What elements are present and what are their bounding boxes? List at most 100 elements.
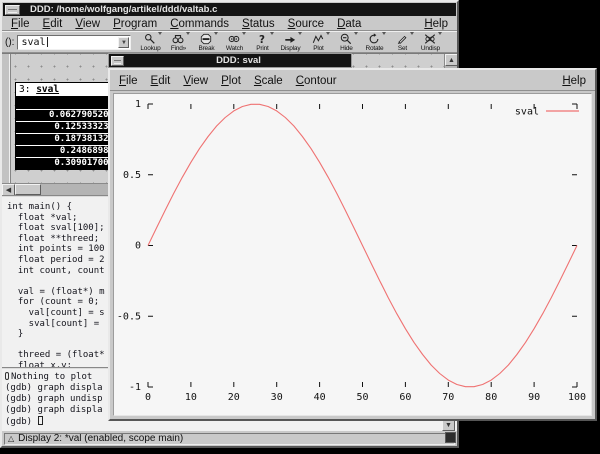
break-button[interactable]: Break bbox=[192, 31, 220, 53]
display-values-table: 00.06279052050.1253332350.1873813270.248… bbox=[15, 97, 117, 170]
svg-text:70: 70 bbox=[442, 392, 454, 403]
undisplay-button[interactable]: Undisp bbox=[416, 31, 444, 53]
svg-text:60: 60 bbox=[399, 392, 411, 403]
plot-window-menu-button[interactable] bbox=[111, 56, 124, 66]
svg-text:80: 80 bbox=[485, 392, 497, 403]
main-toolbar: (): sval ▼ Lookup Find» bbox=[2, 31, 457, 53]
plot-menu-view[interactable]: View bbox=[183, 75, 208, 87]
menu-program[interactable]: Program bbox=[113, 18, 157, 30]
svg-text:sval: sval bbox=[515, 107, 539, 118]
dropdown-marker-icon bbox=[382, 32, 386, 35]
pencil-icon bbox=[396, 33, 408, 45]
plot-menu-scale[interactable]: Scale bbox=[254, 75, 283, 87]
magnifier-icon bbox=[144, 33, 156, 45]
pointing-hand-icon bbox=[284, 33, 296, 45]
menu-source[interactable]: Source bbox=[288, 18, 324, 30]
display-button[interactable]: Display bbox=[276, 31, 304, 53]
console-line: Nothing to plot bbox=[11, 372, 92, 382]
argument-field[interactable]: sval ▼ bbox=[17, 35, 131, 50]
resize-grip[interactable] bbox=[445, 432, 456, 443]
panel-edge bbox=[2, 54, 11, 183]
display-title[interactable]: 3: sval bbox=[15, 82, 117, 97]
svg-text:0: 0 bbox=[135, 241, 141, 252]
display-value-row: 0.309017003 bbox=[16, 157, 116, 169]
print-button[interactable]: ? Print bbox=[248, 31, 276, 53]
plot-menu-file[interactable]: File bbox=[119, 75, 138, 87]
argument-label: (): bbox=[5, 37, 14, 48]
svg-text:20: 20 bbox=[228, 392, 240, 403]
plot-menubar: File Edit View Plot Scale Contour Help bbox=[110, 70, 595, 91]
desktop: DDD: /home/wolfgang/artikel/ddd/valtab.c… bbox=[0, 0, 600, 454]
dropdown-marker-icon bbox=[270, 32, 274, 35]
toolbar-buttons: Lookup Find» Break Watch bbox=[136, 31, 444, 53]
main-menubar: File Edit View Program Commands Status S… bbox=[2, 16, 457, 31]
status-indicator-icon[interactable]: △ bbox=[8, 435, 14, 443]
display-value-row: 0 bbox=[16, 97, 116, 109]
display-value-row: 0.0627905205 bbox=[16, 109, 116, 121]
plot-titlebar[interactable]: DDD: sval bbox=[108, 53, 352, 68]
status-text: Display 2: *val (enabled, scope main) bbox=[18, 433, 183, 444]
binoculars-icon bbox=[172, 33, 184, 45]
gdb-cursor-icon bbox=[38, 416, 43, 425]
main-titlebar[interactable]: DDD: /home/wolfgang/artikel/ddd/valtab.c bbox=[3, 3, 456, 16]
menu-data[interactable]: Data bbox=[337, 18, 361, 30]
rotate-button[interactable]: Rotate bbox=[360, 31, 388, 53]
text-caret-icon bbox=[47, 37, 48, 47]
dropdown-marker-icon bbox=[242, 32, 246, 35]
plot-menu-edit[interactable]: Edit bbox=[151, 75, 171, 87]
find-forward-button[interactable]: Find» bbox=[164, 31, 192, 53]
message-glyph-icon bbox=[5, 372, 9, 380]
question-mark-icon: ? bbox=[256, 33, 268, 45]
svg-text:50: 50 bbox=[356, 392, 368, 403]
combo-dropdown-icon[interactable]: ▼ bbox=[118, 37, 129, 48]
status-field: △ Display 2: *val (enabled, scope main) bbox=[4, 433, 455, 445]
scroll-up-icon[interactable]: ▲ bbox=[445, 54, 457, 66]
crossed-out-icon bbox=[424, 33, 436, 45]
display-value-row: 0.24868989 bbox=[16, 145, 116, 157]
goggles-icon bbox=[228, 33, 240, 45]
plot-menu-contour[interactable]: Contour bbox=[296, 75, 337, 87]
set-button[interactable]: Set bbox=[388, 31, 416, 53]
menu-status[interactable]: Status bbox=[242, 18, 275, 30]
svg-text:-1: -1 bbox=[129, 382, 141, 393]
svg-text:?: ? bbox=[259, 33, 265, 44]
plot-menu-help[interactable]: Help bbox=[562, 75, 586, 87]
stop-sign-icon bbox=[200, 33, 212, 45]
window-menu-button[interactable] bbox=[5, 5, 20, 15]
dropdown-marker-icon bbox=[298, 32, 302, 35]
main-window-title: DDD: /home/wolfgang/artikel/ddd/valtab.c bbox=[22, 4, 217, 15]
plot-button[interactable]: Plot bbox=[304, 31, 332, 53]
dropdown-marker-icon bbox=[186, 32, 190, 35]
magnifier-minus-icon bbox=[340, 33, 352, 45]
sine-plot: 0102030405060708090100-1-0.500.51sval bbox=[114, 94, 591, 415]
menu-commands[interactable]: Commands bbox=[170, 18, 229, 30]
svg-text:100: 100 bbox=[568, 392, 586, 403]
svg-text:30: 30 bbox=[271, 392, 283, 403]
scroll-left-icon[interactable]: ◀ bbox=[2, 184, 15, 195]
menu-help[interactable]: Help bbox=[424, 18, 448, 30]
scrollbar-thumb[interactable] bbox=[15, 184, 41, 195]
dropdown-marker-icon bbox=[214, 32, 218, 35]
display-node-sval[interactable]: 3: sval 00.06279052050.1253332350.187381… bbox=[15, 82, 117, 170]
display-value-row: 0.125333235 bbox=[16, 121, 116, 133]
menu-view[interactable]: View bbox=[75, 18, 100, 30]
plot-menu-plot[interactable]: Plot bbox=[221, 75, 241, 87]
menu-file[interactable]: File bbox=[11, 18, 30, 30]
hide-button[interactable]: Hide bbox=[332, 31, 360, 53]
line-graph-icon bbox=[312, 33, 324, 45]
svg-text:40: 40 bbox=[314, 392, 326, 403]
svg-text:90: 90 bbox=[528, 392, 540, 403]
menu-edit[interactable]: Edit bbox=[43, 18, 63, 30]
plot-window: File Edit View Plot Scale Contour Help 0… bbox=[108, 68, 597, 421]
circular-arrow-icon bbox=[368, 33, 380, 45]
plot-canvas: 0102030405060708090100-1-0.500.51sval bbox=[113, 93, 592, 416]
argument-value: sval bbox=[21, 37, 45, 48]
lookup-button[interactable]: Lookup bbox=[136, 31, 164, 53]
dropdown-marker-icon bbox=[326, 32, 330, 35]
dropdown-marker-icon bbox=[158, 32, 162, 35]
svg-text:0.5: 0.5 bbox=[123, 170, 141, 181]
display-value-row: 0.187381327 bbox=[16, 133, 116, 145]
svg-text:10: 10 bbox=[185, 392, 197, 403]
watch-button[interactable]: Watch bbox=[220, 31, 248, 53]
dropdown-marker-icon bbox=[354, 32, 358, 35]
